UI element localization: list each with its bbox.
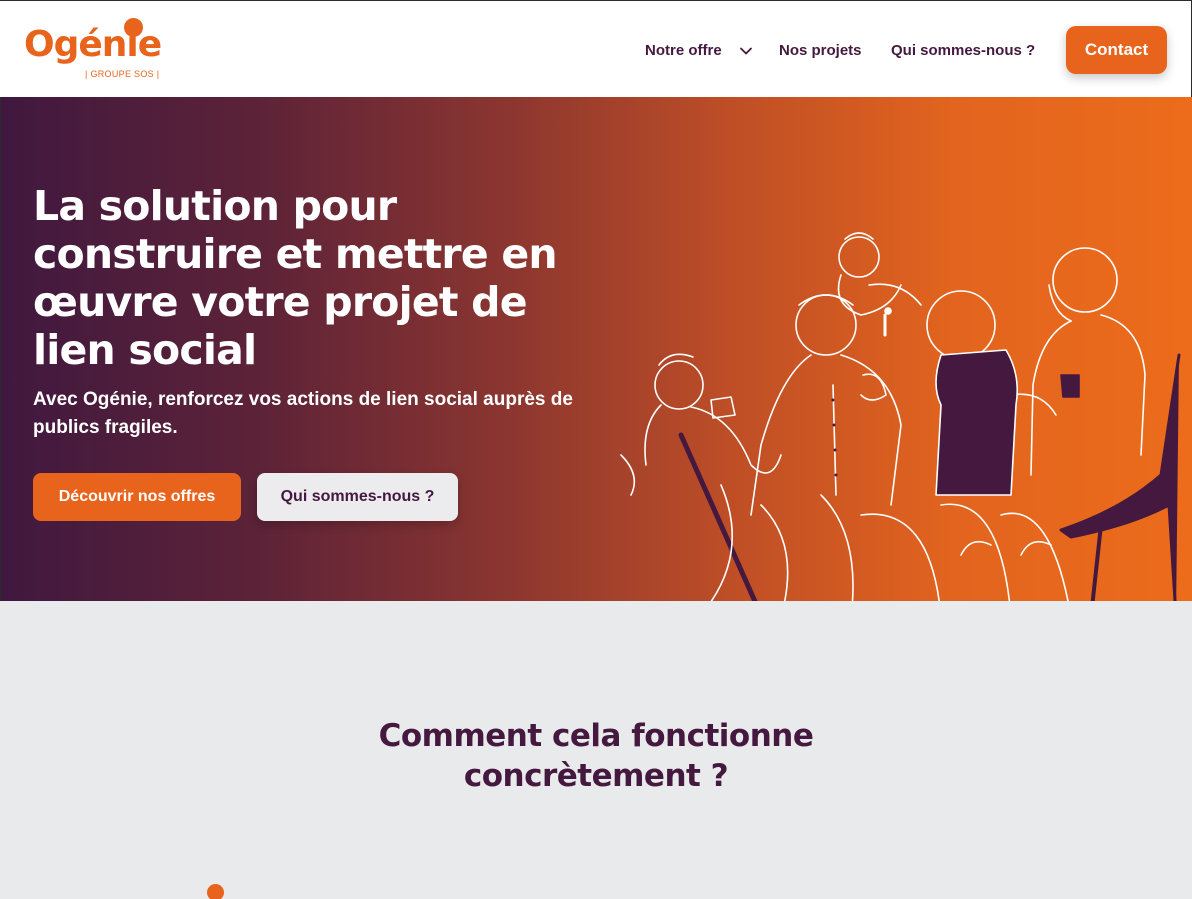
chevron-down-icon[interactable]: [739, 44, 753, 58]
site-header: Ogénie | GROUPE SOS | Notre offre Nos pr…: [0, 0, 1192, 97]
about-us-button[interactable]: Qui sommes-nous ?: [257, 473, 458, 521]
hero-title: La solution pour construire et mettre en…: [33, 182, 558, 374]
nav-item-nos-projets[interactable]: Nos projets: [779, 42, 862, 62]
people-group-illustration: [620, 232, 1181, 601]
contact-button[interactable]: Contact: [1066, 26, 1167, 74]
logo-tagline: | GROUPE SOS |: [85, 69, 160, 79]
nav-item-qui-sommes-nous[interactable]: Qui sommes-nous ?: [891, 42, 1035, 62]
logo-dot: [124, 18, 143, 37]
brand-logo[interactable]: Ogénie | GROUPE SOS |: [24, 17, 169, 85]
hero-subtitle: Avec Ogénie, renforcez vos actions de li…: [33, 389, 573, 438]
section-title: Comment cela fonctionne concrètement ?: [378, 718, 814, 794]
hero-section: La solution pour construire et mettre en…: [0, 97, 1192, 601]
decorative-dot: [207, 884, 224, 899]
nav-item-notre-offre[interactable]: Notre offre: [645, 42, 722, 62]
discover-offers-button[interactable]: Découvrir nos offres: [33, 473, 241, 521]
